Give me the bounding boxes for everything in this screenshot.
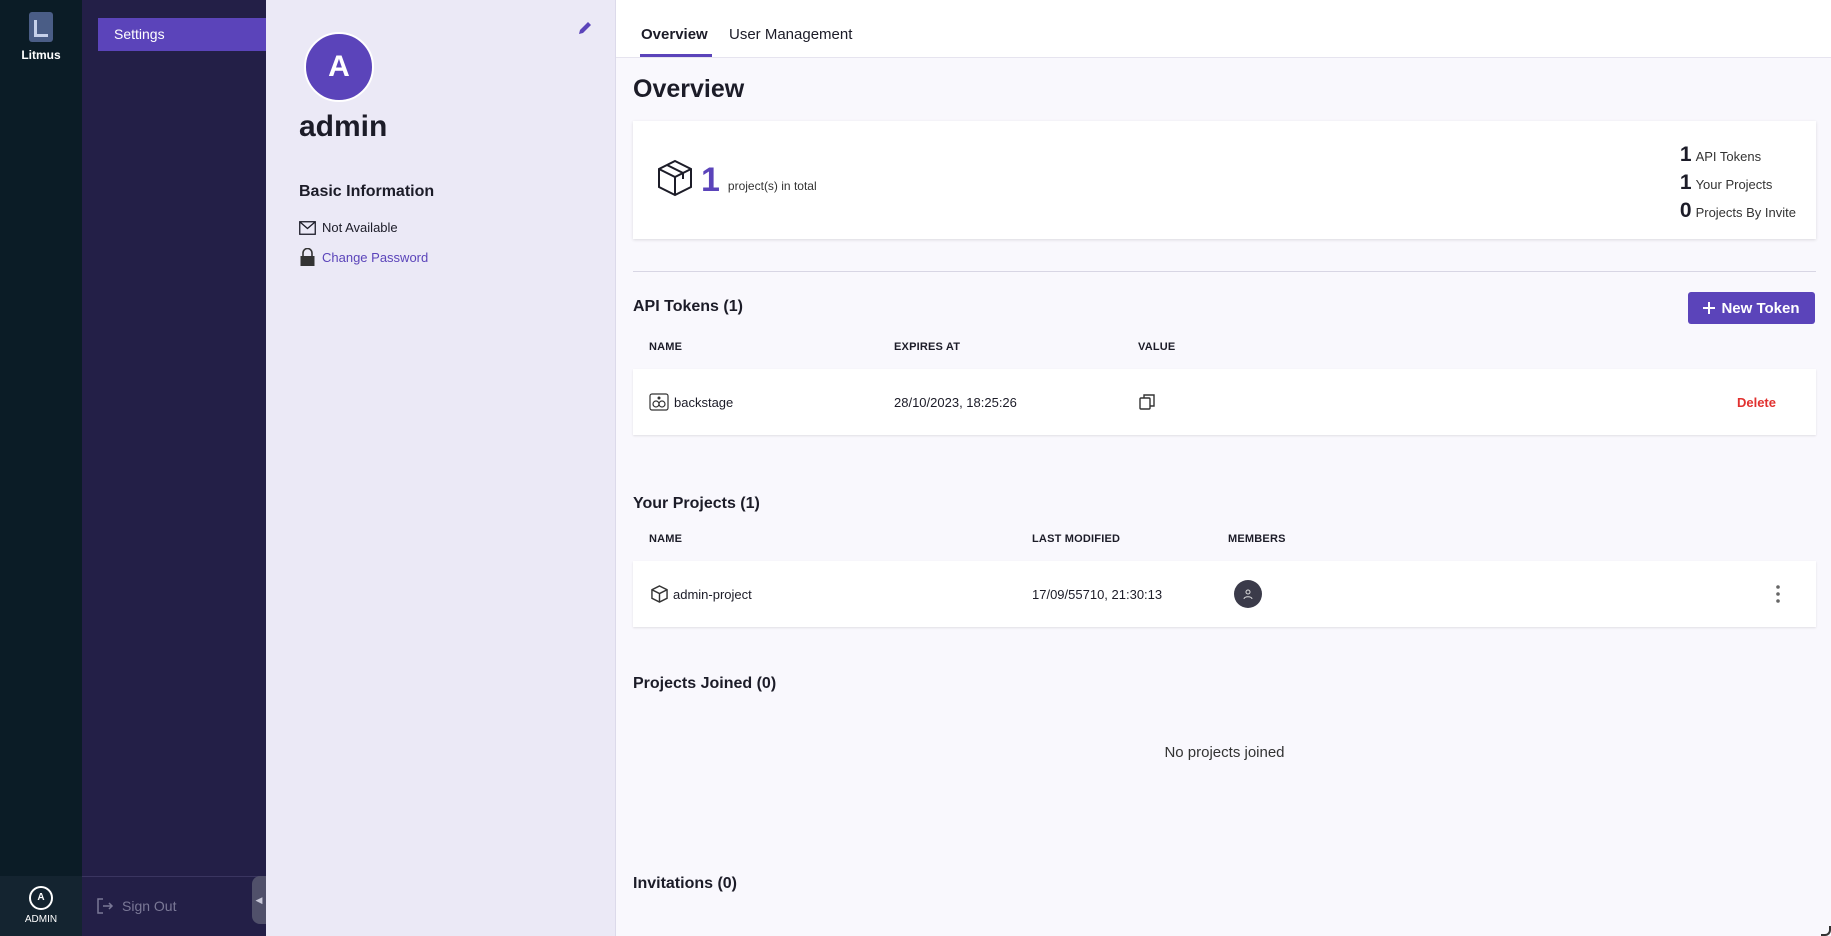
- delete-token-cell: Delete: [1737, 369, 1776, 435]
- collapse-icon[interactable]: ◀: [252, 876, 266, 924]
- kebab-icon: [1776, 585, 1780, 603]
- profile-username: admin: [299, 110, 388, 143]
- projects-joined-empty: No projects joined: [1164, 744, 1285, 761]
- token-expires-cell: 28/10/2023, 18:25:26: [894, 369, 1017, 435]
- stat-value: 0: [1679, 199, 1692, 222]
- stat-label: Projects By Invite: [1695, 205, 1796, 220]
- sign-out-label: Sign Out: [122, 898, 177, 914]
- tab-user-management[interactable]: User Management: [729, 26, 852, 43]
- project-members-cell: [1234, 561, 1262, 627]
- column-header-members: MEMBERS: [1228, 533, 1286, 545]
- change-password-link[interactable]: Change Password: [299, 248, 428, 266]
- sidebar-footer: Sign Out: [82, 876, 266, 936]
- main-area: Overview User Management Overview 1 proj…: [616, 0, 1831, 936]
- user-role-label: ADMIN: [24, 914, 58, 925]
- column-header-value: VALUE: [1138, 341, 1176, 353]
- plus-icon: [1703, 302, 1716, 314]
- profile-panel: A admin Basic Information Not Available …: [266, 0, 616, 936]
- stat-value: 1: [1679, 171, 1692, 194]
- delete-token-button[interactable]: Delete: [1737, 395, 1776, 410]
- project-modified-cell: 17/09/55710, 21:30:13: [1032, 561, 1162, 627]
- token-image-icon: [649, 393, 669, 411]
- member-avatar[interactable]: [1234, 580, 1262, 608]
- copy-icon: [1139, 394, 1155, 410]
- basic-info-heading: Basic Information: [299, 183, 435, 200]
- email-row: Not Available: [299, 220, 398, 235]
- api-tokens-heading: API Tokens (1): [633, 298, 743, 315]
- projects-total: 1 project(s) in total: [657, 159, 817, 197]
- app-rail: Litmus A ADMIN: [0, 0, 82, 936]
- token-name: backstage: [674, 394, 734, 410]
- stat-your-projects: 1 Your Projects: [1678, 167, 1796, 195]
- token-expires-at: 28/10/2023, 18:25:26: [894, 394, 1017, 410]
- column-header-name: NAME: [649, 533, 683, 545]
- column-header-name: NAME: [649, 341, 683, 353]
- user-icon: [1243, 589, 1253, 599]
- new-token-button[interactable]: New Token: [1688, 292, 1815, 324]
- email-value: Not Available: [322, 220, 398, 235]
- stat-label: Your Projects: [1695, 177, 1773, 192]
- sidebar-item-label: Settings: [114, 26, 165, 42]
- projects-total-label: project(s) in total: [727, 179, 817, 193]
- active-tab-indicator: [640, 54, 712, 57]
- user-menu[interactable]: A ADMIN: [0, 876, 82, 936]
- stat-label: API Tokens: [1695, 149, 1762, 164]
- cube-icon: [651, 585, 668, 603]
- section-divider: [633, 271, 1816, 272]
- overview-card: 1 project(s) in total 1 API Tokens 1 You…: [633, 121, 1816, 239]
- column-header-last-modified: LAST MODIFIED: [1032, 533, 1121, 545]
- token-name-cell: backstage: [649, 369, 733, 435]
- tab-bar: Overview User Management: [616, 0, 1831, 58]
- page-title: Overview: [633, 75, 745, 103]
- table-row: backstage 28/10/2023, 18:25:26 Delete: [633, 369, 1816, 435]
- stat-value: 1: [1679, 143, 1692, 166]
- stat-api-tokens: 1 API Tokens: [1678, 139, 1796, 167]
- invitations-heading: Invitations (0): [633, 875, 738, 892]
- cube-icon: [658, 159, 692, 197]
- stats-list: 1 API Tokens 1 Your Projects 0 Projects …: [1678, 139, 1796, 223]
- project-actions-button[interactable]: [1776, 561, 1780, 627]
- projects-total-value: 1: [701, 161, 720, 199]
- table-row[interactable]: admin-project 17/09/55710, 21:30:13: [633, 561, 1816, 627]
- copy-token-button[interactable]: [1139, 369, 1155, 435]
- change-password-label: Change Password: [322, 249, 429, 265]
- profile-avatar: A: [304, 32, 374, 102]
- edit-icon[interactable]: [577, 20, 593, 41]
- sidebar-item-settings[interactable]: Settings: [98, 18, 266, 51]
- project-last-modified: 17/09/55710, 21:30:13: [1032, 586, 1163, 602]
- tab-overview[interactable]: Overview: [641, 26, 708, 43]
- projects-joined-heading: Projects Joined (0): [633, 675, 777, 692]
- sidebar: Settings Sign Out ◀: [82, 0, 266, 936]
- user-avatar: A: [29, 886, 53, 910]
- project-name: admin-project: [673, 586, 752, 602]
- mail-icon: [299, 220, 316, 235]
- new-token-label: New Token: [1721, 299, 1800, 317]
- your-projects-heading: Your Projects (1): [633, 495, 760, 512]
- project-name-cell: admin-project: [651, 561, 752, 627]
- sign-out-button[interactable]: Sign Out: [96, 897, 176, 915]
- app-logo[interactable]: Litmus: [0, 12, 82, 62]
- app-logo-text: Litmus: [21, 48, 61, 62]
- litmus-logo-icon: [29, 12, 53, 42]
- sign-out-icon: [97, 898, 114, 914]
- stat-projects-by-invite: 0 Projects By Invite: [1678, 195, 1796, 223]
- column-header-expires-at: EXPIRES AT: [894, 341, 961, 353]
- lock-icon: [300, 248, 315, 266]
